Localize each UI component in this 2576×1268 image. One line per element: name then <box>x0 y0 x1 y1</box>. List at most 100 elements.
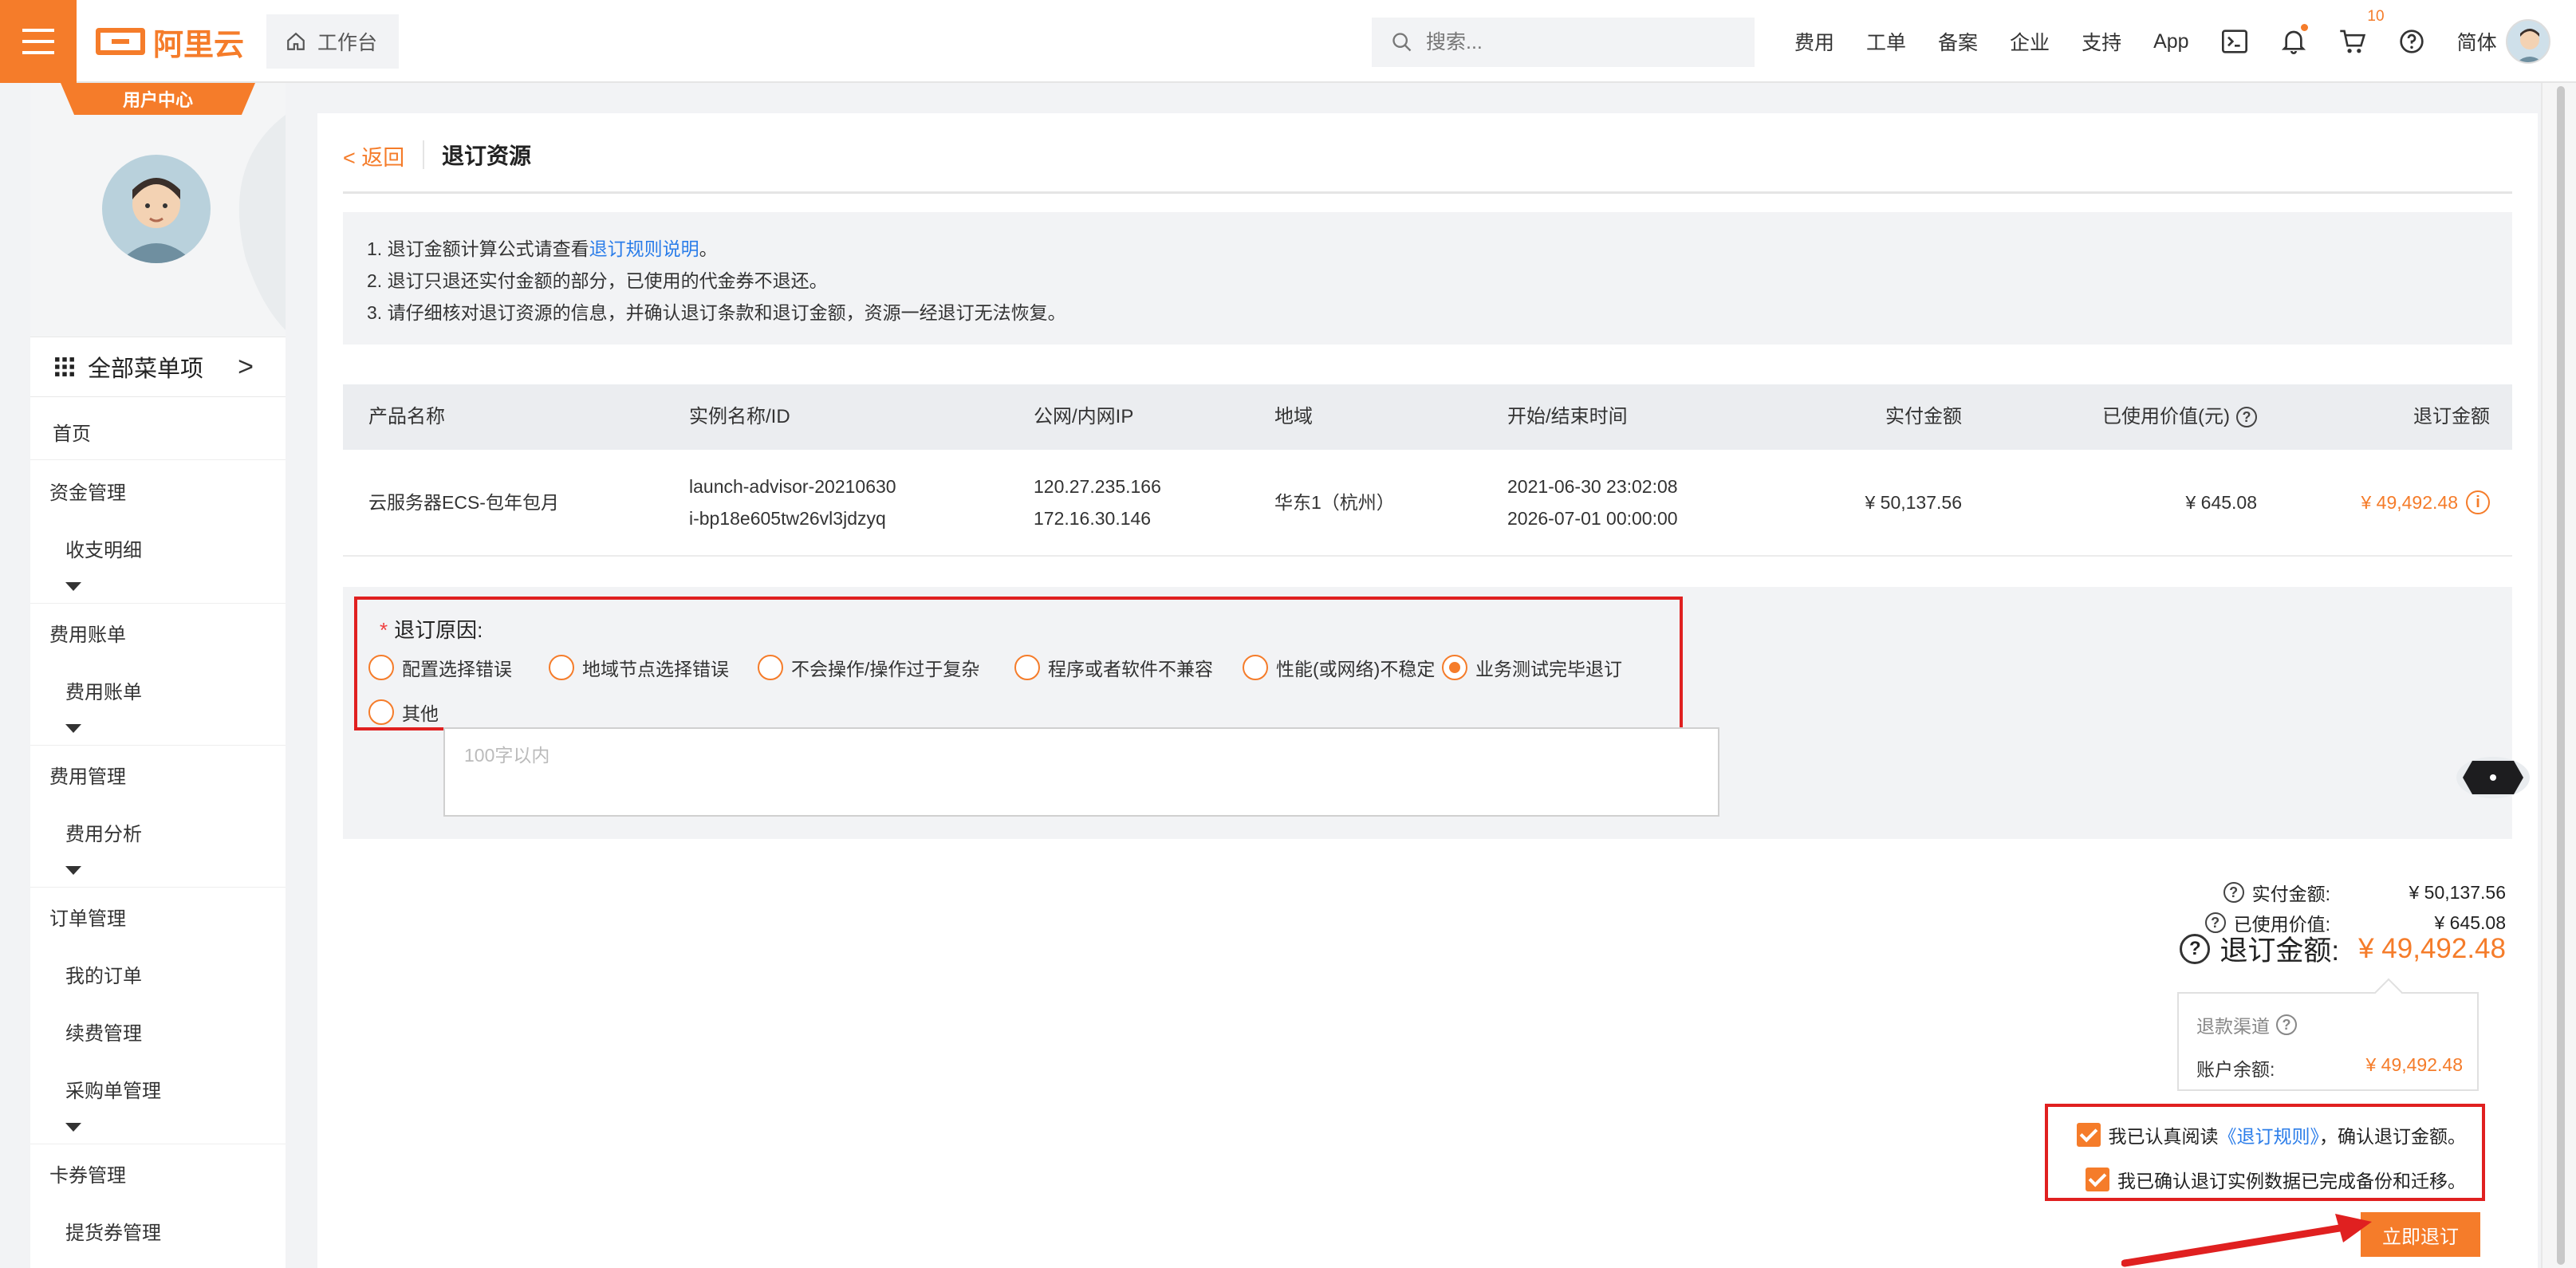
nav-tickets[interactable]: 工单 <box>1850 27 1922 56</box>
nav-icp[interactable]: 备案 <box>1922 27 1994 56</box>
sidebar-item-home[interactable]: 首页 <box>30 418 286 446</box>
reason-option-testing-done[interactable]: 业务测试完毕退订 <box>1442 654 1622 681</box>
balance-value: ¥ 49,492.48 <box>2365 1054 2463 1075</box>
sidebar-group-cost-management[interactable]: 费用管理 <box>30 761 286 789</box>
bell-icon[interactable] <box>2278 24 2310 57</box>
radio-label: 性能(或网络)不稳定 <box>1276 659 1436 679</box>
search-box[interactable] <box>1372 18 1755 67</box>
reason-option-too-complex[interactable]: 不会操作/操作过于复杂 <box>758 654 989 681</box>
radio-label: 其他 <box>402 703 439 724</box>
nav-fees[interactable]: 费用 <box>1778 27 1850 56</box>
sidebar-item-transactions[interactable]: 收支明细 <box>30 534 286 562</box>
help-icon[interactable]: ? <box>2180 933 2211 964</box>
sidebar-group-orders[interactable]: 订单管理 <box>30 903 286 931</box>
nav-app[interactable]: App <box>2137 30 2204 53</box>
cell-paid: ¥ 50,137.56 <box>1865 492 1962 513</box>
public-ip: 120.27.235.166 <box>1034 476 1161 497</box>
language-switch[interactable]: 简体 <box>2441 27 2513 56</box>
expand-arrow-icon[interactable] <box>65 582 81 591</box>
notice-line-3: 3. 请仔细核对退订资源的信息，并确认退订条款和退订金额，资源一经退订无法恢复。 <box>367 302 1066 323</box>
col-used-label: 已使用价值(元) <box>2102 406 2230 427</box>
checkbox-checked-icon[interactable] <box>2086 1168 2109 1191</box>
user-avatar[interactable] <box>2506 19 2550 64</box>
sidebar-item-purchase-orders[interactable]: 采购单管理 <box>30 1075 286 1103</box>
sidebar-item-bills[interactable]: 费用账单 <box>30 676 286 704</box>
expand-arrow-icon[interactable] <box>65 724 81 733</box>
annotation-arrow-icon <box>2121 1214 2372 1267</box>
col-refund: 退订金额 <box>2413 406 2490 427</box>
aliyun-logo[interactable]: 阿里云 <box>96 24 244 62</box>
submit-unsubscribe-button[interactable]: 立即退订 <box>2361 1212 2480 1257</box>
confirm-backup-checkbox[interactable]: 我已确认退订实例数据已完成备份和迁移。 <box>2086 1166 2466 1193</box>
sidebar-item-vouchers[interactable]: 提货券管理 <box>30 1217 286 1245</box>
radio-icon[interactable] <box>549 655 574 680</box>
assistant-robot-icon[interactable] <box>2453 753 2533 802</box>
help-icon[interactable]: ? <box>2276 1014 2297 1035</box>
radio-selected-icon[interactable] <box>1442 655 1467 680</box>
radio-icon[interactable] <box>368 699 394 725</box>
radio-icon[interactable] <box>1243 655 1268 680</box>
username <box>118 285 198 306</box>
confirm-backup-text: 我已确认退订实例数据已完成备份和迁移。 <box>2117 1171 2466 1191</box>
back-link[interactable]: < 返回 <box>343 140 404 171</box>
reason-textarea[interactable] <box>443 727 1719 817</box>
summary-refund-label: 退订金额: <box>2220 935 2340 967</box>
reason-option-region-error[interactable]: 地域节点选择错误 <box>549 654 729 681</box>
reason-option-incompatible[interactable]: 程序或者软件不兼容 <box>1014 654 1213 681</box>
search-input[interactable] <box>1426 30 1729 54</box>
reason-option-config-error[interactable]: 配置选择错误 <box>368 654 512 681</box>
required-mark: * <box>380 618 388 642</box>
reason-section: * 退订原因: 配置选择错误 地域节点选择错误 不会操作/操作过于复杂 程序或者软… <box>343 587 2512 839</box>
sidebar-group-coupons[interactable]: 卡券管理 <box>30 1160 286 1187</box>
home-icon <box>287 32 305 50</box>
confirm-rules-checkbox[interactable]: 我已认真阅读《退订规则》，确认退订金额。 <box>2076 1121 2466 1148</box>
col-ip: 公网/内网IP <box>1034 406 1134 427</box>
sidebar-item-cost-analysis[interactable]: 费用分析 <box>30 818 286 846</box>
radio-icon[interactable] <box>758 655 783 680</box>
cart-icon[interactable]: 10 <box>2337 8 2385 57</box>
page-scrollbar-thumb[interactable] <box>2557 86 2565 1265</box>
page-title: 退订资源 <box>442 144 532 168</box>
chevron-right-icon: > <box>238 351 254 382</box>
refund-rules-link[interactable]: 退订规则说明 <box>589 238 699 259</box>
col-product: 产品名称 <box>368 406 445 427</box>
reason-option-other[interactable]: 其他 <box>368 699 439 726</box>
sidebar-item-renewal[interactable]: 续费管理 <box>30 1018 286 1046</box>
reason-option-unstable[interactable]: 性能(或网络)不稳定 <box>1243 654 1435 681</box>
confirm-text: 我已认真阅读 <box>2108 1126 2219 1147</box>
divider <box>30 745 286 746</box>
notification-dot <box>2300 24 2308 31</box>
cell-time: 2021-06-30 23:02:08 2026-07-01 00:00:00 <box>1507 450 1678 555</box>
info-icon[interactable]: i <box>2466 490 2490 514</box>
instance-id: i-bp18e605tw26vl3jdzyq <box>689 508 886 529</box>
start-time: 2021-06-30 23:02:08 <box>1507 476 1678 497</box>
cell-ip: 120.27.235.166 172.16.30.146 <box>1034 450 1161 555</box>
all-menu-button[interactable]: 全部菜单项 > <box>30 337 286 397</box>
reason-label-text: 退订原因: <box>394 618 483 642</box>
nav-enterprise[interactable]: 企业 <box>1994 27 2066 56</box>
expand-arrow-icon[interactable] <box>65 1123 81 1132</box>
main-card: < 返回 退订资源 1. 退订金额计算公式请查看退订规则说明。 2. 退订只退还… <box>317 113 2538 1268</box>
sidebar-group-funds[interactable]: 资金管理 <box>30 477 286 505</box>
workbench-button[interactable]: 工作台 <box>266 14 399 69</box>
expand-arrow-icon[interactable] <box>65 866 81 875</box>
help-icon[interactable] <box>2396 26 2428 57</box>
divider <box>30 459 286 460</box>
nav-support[interactable]: 支持 <box>2066 27 2137 56</box>
summary-refund-value: ¥ 49,492.48 <box>2358 932 2506 964</box>
cell-product: 云服务器ECS-包年包月 <box>368 492 559 513</box>
radio-icon[interactable] <box>368 655 394 680</box>
menu-toggle-button[interactable] <box>0 0 77 83</box>
sidebar-group-bills[interactable]: 费用账单 <box>30 619 286 647</box>
profile-avatar[interactable] <box>102 155 211 263</box>
col-paid: 实付金额 <box>1885 406 1962 427</box>
help-icon[interactable]: ? <box>2236 407 2257 427</box>
sidebar-item-my-orders[interactable]: 我的订单 <box>30 960 286 988</box>
help-icon[interactable]: ? <box>2223 882 2244 903</box>
grid-icon <box>55 357 74 376</box>
logo-mark-icon <box>96 28 145 55</box>
terminal-icon[interactable] <box>2219 26 2251 57</box>
radio-icon[interactable] <box>1014 655 1040 680</box>
refund-rules-link[interactable]: 《退订规则》 <box>2219 1126 2320 1147</box>
checkbox-checked-icon[interactable] <box>2076 1123 2101 1147</box>
